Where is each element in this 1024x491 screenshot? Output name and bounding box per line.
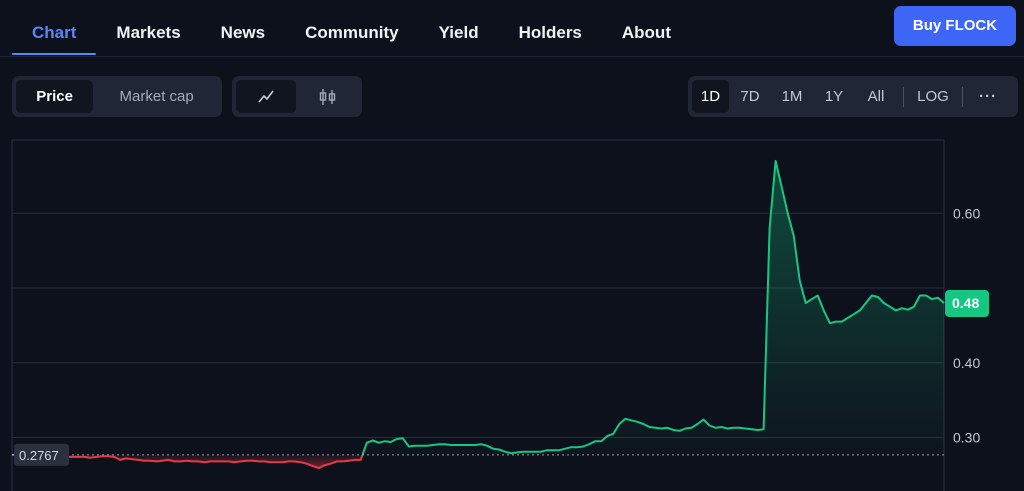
current-price-label: 0.48	[952, 295, 979, 311]
y-tick-label: 0.60	[953, 205, 980, 221]
y-tick-label: 0.30	[953, 430, 980, 446]
price-chart[interactable]: 0.30 0.40 0.60 0.2767 0.48	[0, 0, 1024, 491]
reference-label: 0.2767	[19, 448, 59, 463]
y-tick-label: 0.40	[953, 355, 980, 371]
price-area-up	[362, 160, 944, 455]
